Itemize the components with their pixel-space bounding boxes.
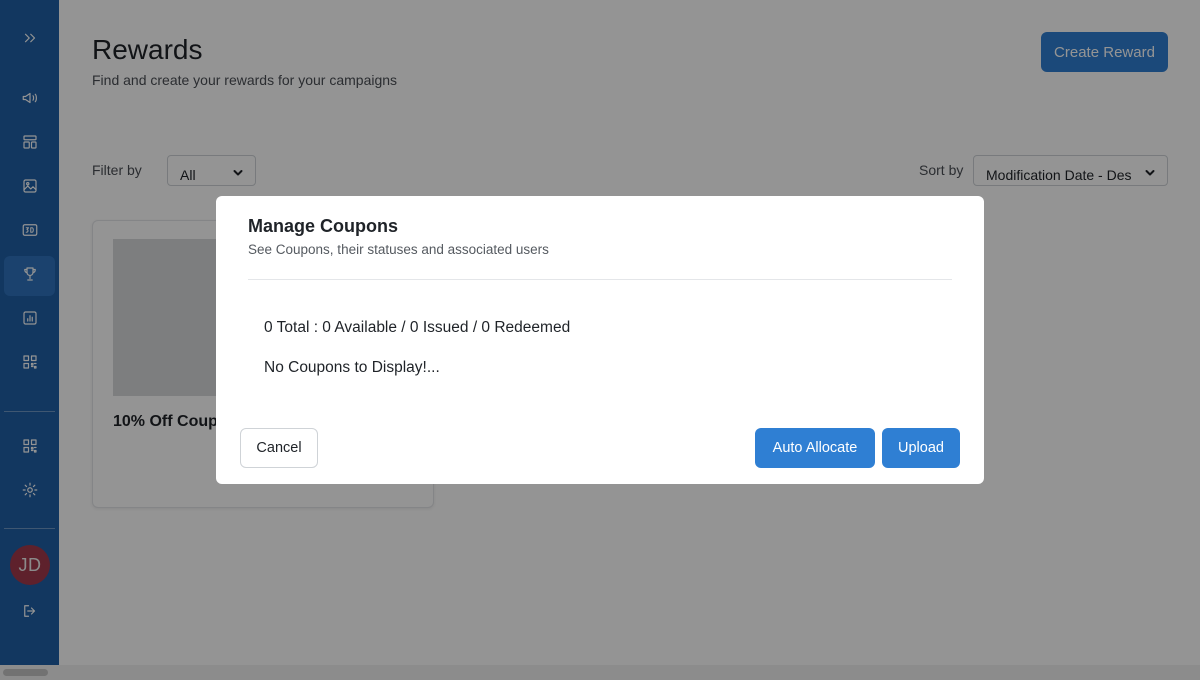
dialog-title: Manage Coupons <box>248 216 399 236</box>
empty-state-message: No Coupons to Display!... <box>264 359 440 376</box>
dialog-subtitle: See Coupons, their statuses and associat… <box>248 242 549 257</box>
cancel-button[interactable]: Cancel <box>240 428 318 468</box>
auto-allocate-button[interactable]: Auto Allocate <box>755 428 875 468</box>
coupon-stats: 0 Total : 0 Available / 0 Issued / 0 Red… <box>264 319 571 336</box>
upload-button[interactable]: Upload <box>882 428 960 468</box>
dialog-divider <box>248 279 952 280</box>
manage-coupons-dialog: Manage Coupons See Coupons, their status… <box>216 196 984 484</box>
